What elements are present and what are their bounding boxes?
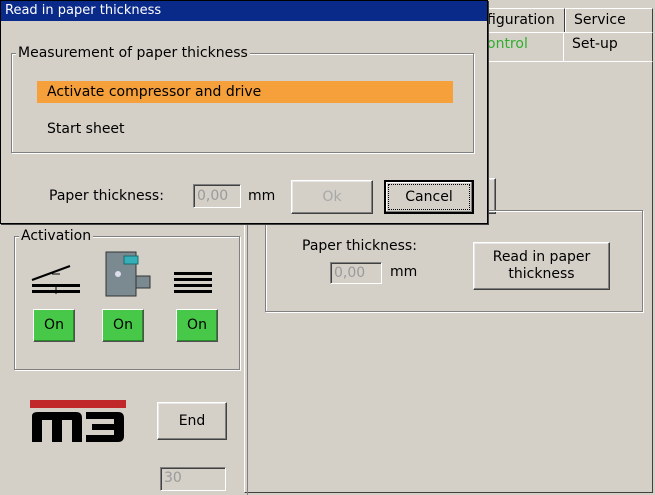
counter-field: 30 [160,467,226,491]
dialog-unit-label: mm [248,188,276,204]
option-activate-compressor[interactable]: Activate compressor and drive [37,81,453,103]
dialog-thickness-field: 0,00 [193,184,241,208]
cancel-button[interactable]: Cancel [384,180,474,214]
main-thickness-label: Paper thickness: [302,238,417,254]
main-unit-label: mm [390,264,418,280]
activation-title: Activation [19,227,94,245]
main-thickness-field: 0,00 [330,262,382,284]
stacker-icon [174,272,212,293]
end-button[interactable]: End [157,402,227,440]
tab-set-up[interactable]: Set-up [563,32,653,62]
tab-service[interactable]: Service [565,8,653,34]
feeder-on-button[interactable]: On [33,309,75,342]
compressor-on-button[interactable]: On [102,309,144,342]
tab-configuration[interactable]: figuration [478,8,565,34]
dialog-title: Read in paper thickness [1,1,487,21]
stacker-on-button[interactable]: On [176,309,218,342]
compressor-icon [105,251,151,297]
measurement-group-title: Measurement of paper thickness [16,44,250,62]
tab-control[interactable]: ontrol [478,32,564,62]
option-start-sheet[interactable]: Start sheet [37,118,453,140]
m3-logo: m3 [30,400,126,442]
read-thickness-dialog: Read in paper thickness Measurement of p… [0,0,488,224]
dialog-thickness-label: Paper thickness: [49,188,164,204]
feeder-icon [31,265,80,294]
read-paper-thickness-button[interactable]: Read in paper thickness [473,242,610,290]
ok-button[interactable]: Ok [291,180,373,214]
